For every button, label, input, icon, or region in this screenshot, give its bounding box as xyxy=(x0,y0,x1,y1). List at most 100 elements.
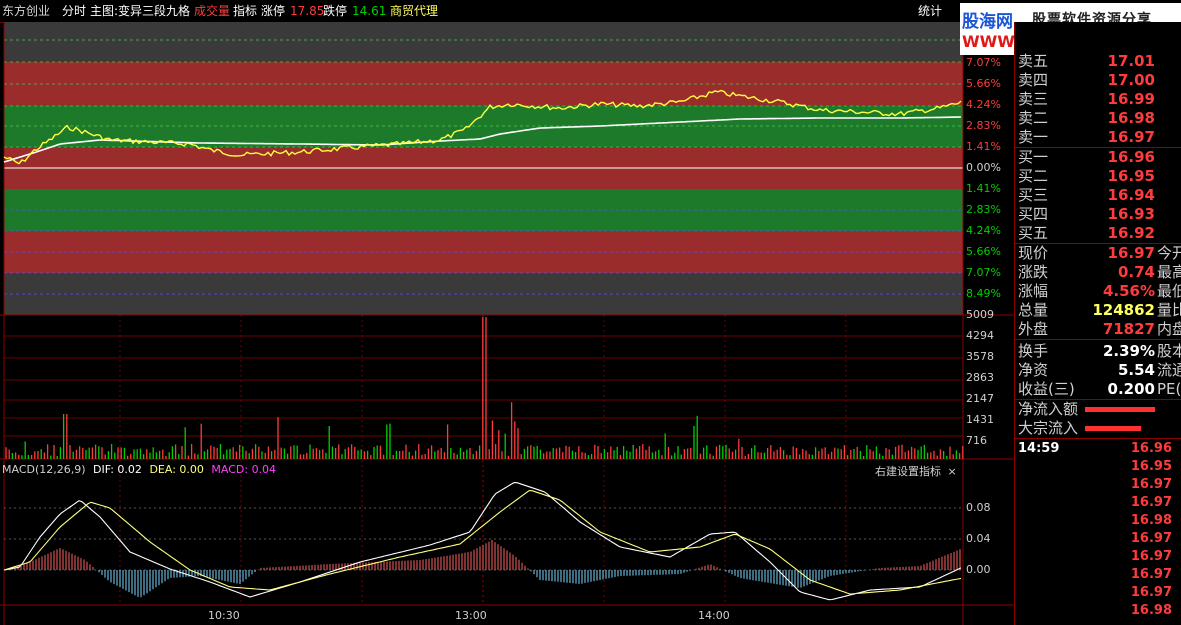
row-label: 卖三 xyxy=(1018,90,1049,108)
indicator-settings-link[interactable]: 右建设置指标 × xyxy=(875,463,957,479)
macd-title[interactable]: MACD(12,26,9) xyxy=(2,463,86,476)
time-label-1030: 10:30 xyxy=(208,609,240,622)
tick-price: 16.97 xyxy=(1130,531,1172,546)
tick-row: 16.95 xyxy=(1015,458,1181,476)
limit-down-label: 跌停 xyxy=(323,4,348,18)
row-label: 现价 xyxy=(1018,244,1049,262)
row-value: 71827 xyxy=(1102,320,1155,338)
row-value: 16.93 xyxy=(1107,205,1155,223)
volume-axis-label: 1431 xyxy=(966,413,994,426)
price-axis-label: 2.83% xyxy=(966,119,1001,132)
macd-value: MACD: 0.04 xyxy=(211,463,277,476)
quote-row: 外盘 71827 内盘 xyxy=(1015,320,1181,339)
row-label-2: 内盘 xyxy=(1157,320,1181,338)
row-label: 买五 xyxy=(1018,224,1049,242)
volume-axis-label: 4294 xyxy=(966,329,994,342)
intraday-chart[interactable] xyxy=(0,22,1014,625)
volume-indicator-label[interactable]: 成交量 xyxy=(194,4,230,18)
row-label-2: 最高 xyxy=(1157,263,1181,281)
tick-price: 16.97 xyxy=(1130,495,1172,510)
sector-link[interactable]: 商贸代理 xyxy=(390,4,438,18)
row-label: 收益(三) xyxy=(1018,380,1075,398)
ask-row: 卖一 16.97 xyxy=(1015,128,1181,147)
row-label: 卖一 xyxy=(1018,128,1049,146)
price-axis-label: 4.24% xyxy=(966,98,1001,111)
row-label: 涨幅 xyxy=(1018,282,1049,300)
row-label: 卖五 xyxy=(1018,52,1049,70)
stock-name[interactable]: 东方创业 xyxy=(2,4,50,18)
close-icon[interactable]: × xyxy=(948,465,957,478)
row-label: 涨跌 xyxy=(1018,263,1049,281)
mode-tab-intraday[interactable]: 分时 xyxy=(62,4,86,18)
row-value: 16.96 xyxy=(1107,148,1155,166)
quote-row: 现价 16.97 今开 xyxy=(1015,244,1181,263)
price-band xyxy=(4,189,963,231)
row-value: 16.98 xyxy=(1107,109,1155,127)
quote-row: 涨跌 0.74 最高 xyxy=(1015,263,1181,282)
flow-bar xyxy=(1085,407,1155,412)
bid-row: 买二 16.95 xyxy=(1015,167,1181,186)
row-label-2: 流通 xyxy=(1157,361,1181,379)
ask-row: 卖四 17.00 xyxy=(1015,71,1181,90)
tick-row: 16.97 xyxy=(1015,530,1181,548)
row-value: 16.99 xyxy=(1107,90,1155,108)
volume-axis-label: 5009 xyxy=(966,308,994,321)
fundamental-row: 收益(三) 0.200PE(动 xyxy=(1015,380,1181,399)
row-label-2: 量比 xyxy=(1157,301,1181,319)
quote-row: 涨幅 4.56% 最低 xyxy=(1015,282,1181,301)
row-label-2: 最低 xyxy=(1157,282,1181,300)
macd-dif-value: DIF: 0.02 xyxy=(93,463,142,476)
macd-axis-label: 0.04 xyxy=(966,532,991,545)
ask-row: 卖五 17.01 xyxy=(1015,52,1181,71)
quote-row: 总量 124862 量比 xyxy=(1015,301,1181,320)
tick-row: 16.97 xyxy=(1015,566,1181,584)
row-value: 16.92 xyxy=(1107,224,1155,242)
panel-divider xyxy=(1015,438,1181,439)
macd-histogram xyxy=(5,540,961,598)
row-label: 总量 xyxy=(1018,301,1049,319)
price-axis-label: 2.83% xyxy=(966,203,1001,216)
tick-price: 16.97 xyxy=(1130,477,1172,492)
indicator-menu[interactable]: 指标 xyxy=(233,4,257,18)
row-label: 换手 xyxy=(1018,342,1049,360)
row-value: 16.95 xyxy=(1107,167,1155,185)
row-value: 16.94 xyxy=(1107,186,1155,204)
row-value: 17.01 xyxy=(1107,52,1155,70)
tick-time: 14:59 xyxy=(1018,441,1060,456)
volume-bars xyxy=(5,317,964,459)
row-value: 17.00 xyxy=(1107,71,1155,89)
price-axis-label: 8.49% xyxy=(966,287,1001,300)
row-label-2: PE(动 xyxy=(1157,380,1181,398)
price-band xyxy=(4,231,963,273)
price-axis-label: 5.66% xyxy=(966,245,1001,258)
price-axis-label: 1.41% xyxy=(966,182,1001,195)
row-label: 买四 xyxy=(1018,205,1049,223)
tick-price: 16.98 xyxy=(1130,603,1172,618)
ask-row: 卖三 16.99 xyxy=(1015,90,1181,109)
price-band xyxy=(4,273,963,315)
main-chart-selector[interactable]: 主图:变异三段九格 xyxy=(90,4,190,18)
limit-up-label: 涨停 xyxy=(261,4,286,18)
row-value: 16.97 xyxy=(1107,128,1155,146)
ask-row: 卖二 16.98 xyxy=(1015,109,1181,128)
tick-row: 16.97 xyxy=(1015,476,1181,494)
bid-row: 买一 16.96 xyxy=(1015,148,1181,167)
tick-row: 14:59 16.96 xyxy=(1015,440,1181,458)
fundamental-row: 净资 5.54 流通 xyxy=(1015,361,1181,380)
row-label: 大宗流入 xyxy=(1018,419,1079,437)
tick-price: 16.97 xyxy=(1130,549,1172,564)
volume-axis-label: 2863 xyxy=(966,371,994,384)
limit-down-value: 14.61 xyxy=(352,4,387,18)
indicator-settings-label[interactable]: 右建设置指标 xyxy=(875,465,941,478)
row-value: 0.200 xyxy=(1107,380,1155,398)
bid-row: 买四 16.93 xyxy=(1015,205,1181,224)
row-label: 买二 xyxy=(1018,167,1049,185)
row-label: 净流入额 xyxy=(1018,400,1079,418)
price-axis-label: 1.41% xyxy=(966,140,1001,153)
quote-panel: 卖五 17.01 卖四 17.00 卖三 16.99 卖二 16.98 卖一 16.97 买一 16.… xyxy=(1014,22,1181,625)
price-axis-label: 4.24% xyxy=(966,224,1001,237)
bid-row: 买五 16.92 xyxy=(1015,224,1181,243)
stats-button[interactable]: 统计 xyxy=(918,4,942,18)
limit-up-value: 17.85 xyxy=(290,4,325,18)
tick-price: 16.96 xyxy=(1130,441,1172,456)
